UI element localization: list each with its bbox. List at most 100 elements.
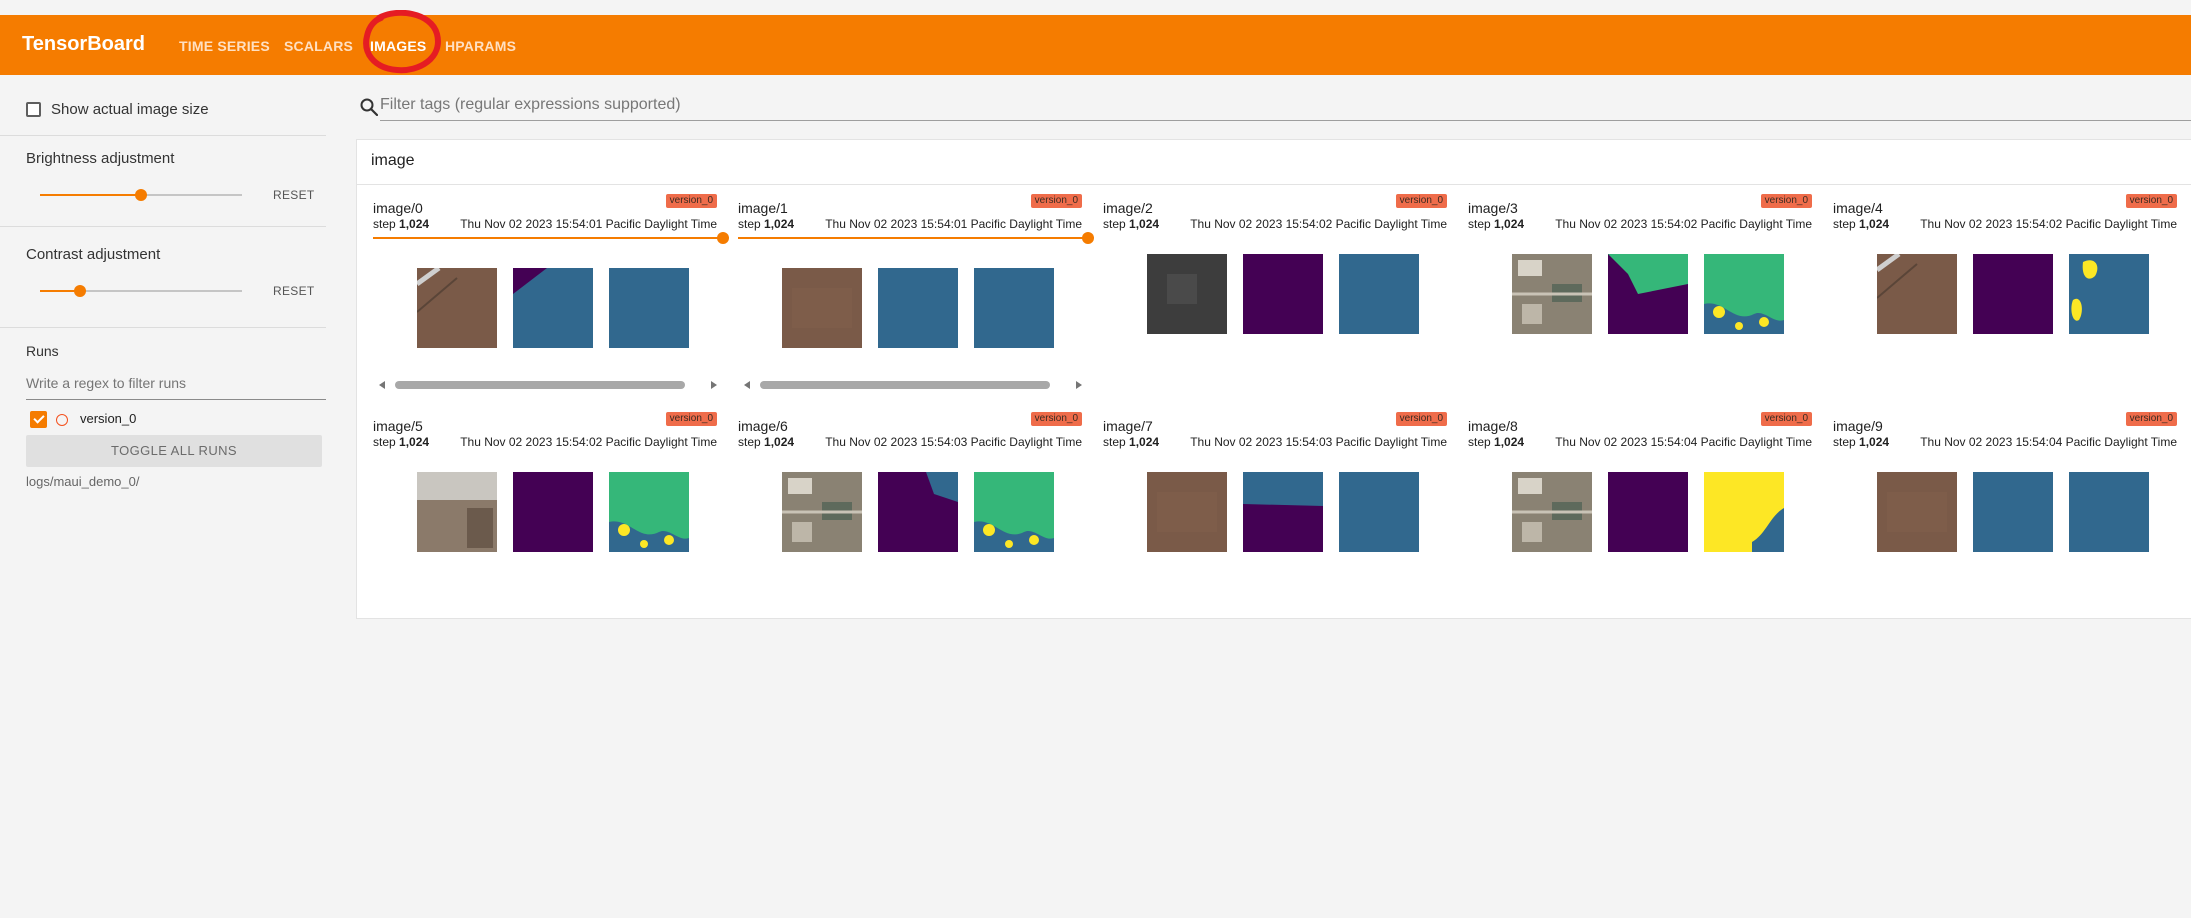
- image-thumbnail[interactable]: [1608, 254, 1688, 334]
- tag-filter-input[interactable]: Filter tags (regular expressions support…: [380, 96, 2191, 121]
- contrast-reset-button[interactable]: RESET: [273, 284, 315, 298]
- tab-time-series[interactable]: TIME SERIES: [179, 38, 270, 54]
- scroll-right-arrow-icon[interactable]: [711, 381, 717, 389]
- scroll-right-arrow-icon[interactable]: [1076, 381, 1082, 389]
- image-thumbnail[interactable]: [513, 268, 593, 348]
- step-label: step: [738, 435, 761, 449]
- card-step: step 1,024: [373, 217, 429, 231]
- step-slider-thumb[interactable]: [1082, 232, 1094, 244]
- step-slider-track[interactable]: [738, 237, 1088, 239]
- image-card: image/4 version_0 step 1,024 Thu Nov 02 …: [1833, 194, 2183, 400]
- group-header[interactable]: image: [357, 140, 2191, 185]
- card-timestamp: Thu Nov 02 2023 15:54:04 Pacific Dayligh…: [1555, 435, 1812, 449]
- image-thumbnail[interactable]: [1608, 472, 1688, 552]
- image-thumbnail[interactable]: [1704, 472, 1784, 552]
- image-thumbnail[interactable]: [1147, 254, 1227, 334]
- scroll-left-arrow-icon[interactable]: [744, 381, 750, 389]
- image-thumbnail[interactable]: [1877, 254, 1957, 334]
- image-card: image/0 version_0 step 1,024 Thu Nov 02 …: [373, 194, 729, 400]
- image-thumbnail[interactable]: [417, 268, 497, 348]
- card-tag: image/1: [738, 200, 788, 216]
- card-timestamp: Thu Nov 02 2023 15:54:02 Pacific Dayligh…: [1190, 217, 1447, 231]
- brightness-label: Brightness adjustment: [26, 150, 175, 167]
- card-tag: image/0: [373, 200, 423, 216]
- card-timestamp: Thu Nov 02 2023 15:54:04 Pacific Dayligh…: [1920, 435, 2177, 449]
- tab-hparams[interactable]: HPARAMS: [445, 38, 516, 54]
- image-thumbnail[interactable]: [1512, 472, 1592, 552]
- step-label: step: [1833, 435, 1856, 449]
- card-step: step 1,024: [1103, 217, 1159, 231]
- image-thumbnail[interactable]: [2069, 472, 2149, 552]
- step-value: 1,024: [1129, 435, 1160, 449]
- card-timestamp: Thu Nov 02 2023 15:54:01 Pacific Dayligh…: [460, 217, 717, 231]
- step-value: 1,024: [1494, 217, 1525, 231]
- image-thumbnail[interactable]: [1147, 472, 1227, 552]
- horizontal-scrollbar[interactable]: [744, 378, 1082, 392]
- image-card: image/8 version_0 step 1,024 Thu Nov 02 …: [1468, 412, 1818, 618]
- image-thumbnail[interactable]: [1243, 254, 1323, 334]
- image-thumbnail[interactable]: [417, 472, 497, 552]
- scrollbar-thumb[interactable]: [760, 381, 1050, 389]
- card-tag: image/3: [1468, 200, 1518, 216]
- step-label: step: [1468, 217, 1491, 231]
- card-timestamp: Thu Nov 02 2023 15:54:02 Pacific Dayligh…: [460, 435, 717, 449]
- scrollbar-thumb[interactable]: [395, 381, 685, 389]
- brightness-reset-button[interactable]: RESET: [273, 188, 315, 202]
- card-step: step 1,024: [1468, 217, 1524, 231]
- image-thumbnail[interactable]: [1243, 472, 1323, 552]
- app-brand[interactable]: TensorBoard: [22, 33, 145, 56]
- step-value: 1,024: [1859, 217, 1890, 231]
- image-thumbnail[interactable]: [1339, 254, 1419, 334]
- show-actual-size-label: Show actual image size: [51, 101, 209, 118]
- run-badge: version_0: [1760, 194, 1812, 208]
- card-tag: image/5: [373, 418, 423, 434]
- image-thumbnail[interactable]: [1512, 254, 1592, 334]
- step-slider-track[interactable]: [373, 237, 723, 239]
- scroll-left-arrow-icon[interactable]: [379, 381, 385, 389]
- image-thumbnail[interactable]: [974, 268, 1054, 348]
- image-thumbnail[interactable]: [878, 268, 958, 348]
- run-color-indicator[interactable]: [56, 414, 68, 426]
- image-thumbnail[interactable]: [878, 472, 958, 552]
- image-thumbnail[interactable]: [782, 472, 862, 552]
- step-value: 1,024: [399, 435, 430, 449]
- step-label: step: [738, 217, 761, 231]
- run-badge: version_0: [1030, 194, 1082, 208]
- image-thumbnail[interactable]: [1877, 472, 1957, 552]
- step-label: step: [1833, 217, 1856, 231]
- run-filter-input[interactable]: Write a regex to filter runs: [26, 375, 326, 400]
- image-thumbnail[interactable]: [1704, 254, 1784, 334]
- image-thumbnail[interactable]: [609, 268, 689, 348]
- image-group-panel: image image/0 version_0 step 1,024 Thu N…: [356, 139, 2191, 619]
- toggle-all-runs-button[interactable]: TOGGLE ALL RUNS: [26, 435, 322, 467]
- image-card: image/7 version_0 step 1,024 Thu Nov 02 …: [1103, 412, 1453, 618]
- contrast-slider-thumb[interactable]: [74, 285, 87, 297]
- tab-images[interactable]: IMAGES: [370, 38, 426, 54]
- image-thumbnail[interactable]: [1973, 472, 2053, 552]
- tab-scalars[interactable]: SCALARS: [284, 38, 353, 54]
- run-badge: version_0: [665, 412, 717, 426]
- runs-title: Runs: [26, 343, 59, 359]
- run-checkbox-version-0[interactable]: [30, 411, 47, 428]
- show-actual-size-checkbox[interactable]: [26, 102, 41, 117]
- horizontal-scrollbar[interactable]: [379, 378, 717, 392]
- step-value: 1,024: [1859, 435, 1890, 449]
- card-timestamp: Thu Nov 02 2023 15:54:01 Pacific Dayligh…: [825, 217, 1082, 231]
- contrast-label: Contrast adjustment: [26, 246, 161, 263]
- image-thumbnail[interactable]: [513, 472, 593, 552]
- card-step: step 1,024: [1833, 435, 1889, 449]
- image-thumbnail[interactable]: [974, 472, 1054, 552]
- step-value: 1,024: [1494, 435, 1525, 449]
- brightness-slider-thumb[interactable]: [135, 189, 147, 201]
- image-card: image/9 version_0 step 1,024 Thu Nov 02 …: [1833, 412, 2183, 618]
- image-thumbnail[interactable]: [782, 268, 862, 348]
- image-card: image/5 version_0 step 1,024 Thu Nov 02 …: [373, 412, 723, 618]
- image-thumbnail[interactable]: [1339, 472, 1419, 552]
- logdir-path: logs/maui_demo_0/: [26, 474, 140, 489]
- image-thumbnail[interactable]: [2069, 254, 2149, 334]
- run-badge: version_0: [2125, 412, 2177, 426]
- step-slider-thumb[interactable]: [717, 232, 729, 244]
- image-thumbnail[interactable]: [609, 472, 689, 552]
- card-step: step 1,024: [738, 217, 794, 231]
- image-thumbnail[interactable]: [1973, 254, 2053, 334]
